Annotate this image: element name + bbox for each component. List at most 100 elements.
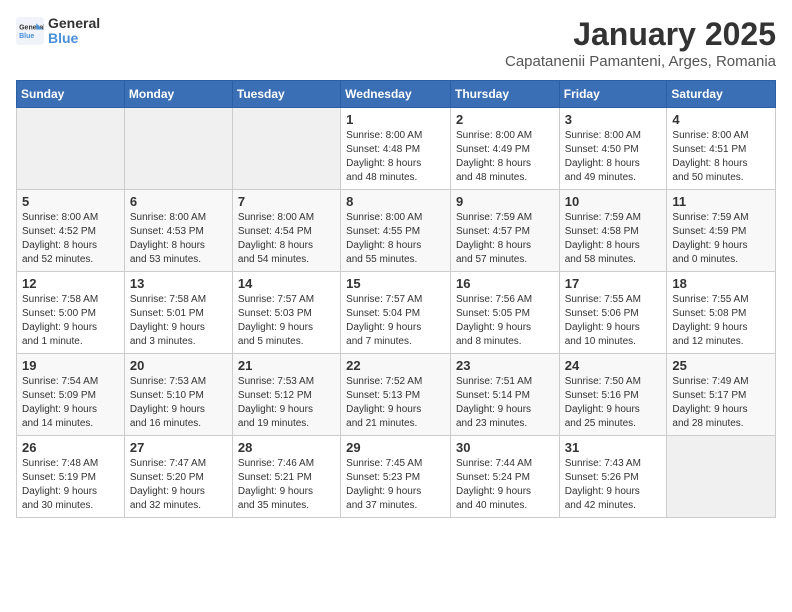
day-info: Sunrise: 7:55 AM Sunset: 5:06 PM Dayligh… <box>565 293 662 349</box>
calendar-cell: 20 Sunrise: 7:53 AM Sunset: 5:10 PM Dayli… <box>124 354 232 436</box>
day-info: Sunrise: 7:53 AM Sunset: 5:10 PM Dayligh… <box>130 375 227 431</box>
calendar-cell: 19 Sunrise: 7:54 AM Sunset: 5:09 PM Dayli… <box>17 354 125 436</box>
day-number: 17 <box>565 276 662 291</box>
day-number: 6 <box>130 194 227 209</box>
calendar-cell <box>124 108 232 190</box>
day-info: Sunrise: 8:00 AM Sunset: 4:49 PM Dayligh… <box>456 129 554 185</box>
day-info: Sunrise: 8:00 AM Sunset: 4:55 PM Dayligh… <box>346 211 445 267</box>
day-info: Sunrise: 7:45 AM Sunset: 5:23 PM Dayligh… <box>346 457 445 513</box>
day-info: Sunrise: 7:59 AM Sunset: 4:58 PM Dayligh… <box>565 211 662 267</box>
day-info: Sunrise: 7:43 AM Sunset: 5:26 PM Dayligh… <box>565 457 662 513</box>
day-info: Sunrise: 7:58 AM Sunset: 5:00 PM Dayligh… <box>22 293 119 349</box>
weekday-header-row: SundayMondayTuesdayWednesdayThursdayFrid… <box>17 81 776 108</box>
calendar-cell: 31 Sunrise: 7:43 AM Sunset: 5:26 PM Dayli… <box>559 436 667 518</box>
calendar-title: January 2025 <box>505 16 776 53</box>
day-info: Sunrise: 8:00 AM Sunset: 4:50 PM Dayligh… <box>565 129 662 185</box>
day-info: Sunrise: 8:00 AM Sunset: 4:51 PM Dayligh… <box>672 129 770 185</box>
logo-line1: General <box>48 16 100 31</box>
svg-text:Blue: Blue <box>19 33 34 40</box>
day-number: 12 <box>22 276 119 291</box>
calendar-cell: 22Sunrise: 7:52 AM Sunset: 5:13 PM Dayli… <box>341 354 451 436</box>
day-info: Sunrise: 8:00 AM Sunset: 4:54 PM Dayligh… <box>238 211 335 267</box>
calendar-cell: 21Sunrise: 7:53 AM Sunset: 5:12 PM Dayli… <box>232 354 340 436</box>
calendar-cell <box>232 108 340 190</box>
weekday-header: Sunday <box>17 81 125 108</box>
day-info: Sunrise: 7:48 AM Sunset: 5:19 PM Dayligh… <box>22 457 119 513</box>
calendar-cell <box>17 108 125 190</box>
calendar-cell: 10 Sunrise: 7:59 AM Sunset: 4:58 PM Dayli… <box>559 190 667 272</box>
day-info: Sunrise: 8:00 AM Sunset: 4:52 PM Dayligh… <box>22 211 119 267</box>
day-number: 25 <box>672 358 770 373</box>
calendar-week-row: 1 Sunrise: 8:00 AM Sunset: 4:48 PM Daylig… <box>17 108 776 190</box>
day-number: 18 <box>672 276 770 291</box>
calendar-subtitle: Capatanenii Pamanteni, Arges, Romania <box>505 53 776 70</box>
calendar-cell: 3 Sunrise: 8:00 AM Sunset: 4:50 PM Daylig… <box>559 108 667 190</box>
day-info: Sunrise: 7:59 AM Sunset: 4:59 PM Dayligh… <box>672 211 770 267</box>
day-info: Sunrise: 7:53 AM Sunset: 5:12 PM Dayligh… <box>238 375 335 431</box>
calendar-cell: 9 Sunrise: 7:59 AM Sunset: 4:57 PM Daylig… <box>450 190 559 272</box>
calendar-week-row: 26 Sunrise: 7:48 AM Sunset: 5:19 PM Dayli… <box>17 436 776 518</box>
day-info: Sunrise: 7:49 AM Sunset: 5:17 PM Dayligh… <box>672 375 770 431</box>
day-number: 23 <box>456 358 554 373</box>
day-number: 10 <box>565 194 662 209</box>
calendar-week-row: 5 Sunrise: 8:00 AM Sunset: 4:52 PM Daylig… <box>17 190 776 272</box>
weekday-header: Wednesday <box>341 81 451 108</box>
day-number: 29 <box>346 440 445 455</box>
day-number: 27 <box>130 440 227 455</box>
day-number: 2 <box>456 112 554 127</box>
day-info: Sunrise: 7:52 AM Sunset: 5:13 PM Dayligh… <box>346 375 445 431</box>
day-number: 30 <box>456 440 554 455</box>
logo: General Blue General Blue <box>16 16 100 47</box>
day-info: Sunrise: 8:00 AM Sunset: 4:48 PM Dayligh… <box>346 129 445 185</box>
day-number: 4 <box>672 112 770 127</box>
calendar-cell: 5 Sunrise: 8:00 AM Sunset: 4:52 PM Daylig… <box>17 190 125 272</box>
day-number: 5 <box>22 194 119 209</box>
calendar-cell: 11 Sunrise: 7:59 AM Sunset: 4:59 PM Dayli… <box>667 190 776 272</box>
calendar-cell: 4 Sunrise: 8:00 AM Sunset: 4:51 PM Daylig… <box>667 108 776 190</box>
day-info: Sunrise: 7:54 AM Sunset: 5:09 PM Dayligh… <box>22 375 119 431</box>
calendar-cell: 24Sunrise: 7:50 AM Sunset: 5:16 PM Dayli… <box>559 354 667 436</box>
calendar-week-row: 12 Sunrise: 7:58 AM Sunset: 5:00 PM Dayli… <box>17 272 776 354</box>
day-info: Sunrise: 7:59 AM Sunset: 4:57 PM Dayligh… <box>456 211 554 267</box>
day-info: Sunrise: 7:56 AM Sunset: 5:05 PM Dayligh… <box>456 293 554 349</box>
weekday-header: Monday <box>124 81 232 108</box>
weekday-header: Tuesday <box>232 81 340 108</box>
calendar-cell: 14Sunrise: 7:57 AM Sunset: 5:03 PM Dayli… <box>232 272 340 354</box>
day-number: 7 <box>238 194 335 209</box>
day-number: 15 <box>346 276 445 291</box>
day-number: 26 <box>22 440 119 455</box>
calendar-cell: 17 Sunrise: 7:55 AM Sunset: 5:06 PM Dayli… <box>559 272 667 354</box>
calendar-cell: 15 Sunrise: 7:57 AM Sunset: 5:04 PM Dayli… <box>341 272 451 354</box>
day-info: Sunrise: 7:51 AM Sunset: 5:14 PM Dayligh… <box>456 375 554 431</box>
day-number: 3 <box>565 112 662 127</box>
day-number: 1 <box>346 112 445 127</box>
day-info: Sunrise: 7:57 AM Sunset: 5:04 PM Dayligh… <box>346 293 445 349</box>
calendar-cell <box>667 436 776 518</box>
day-number: 9 <box>456 194 554 209</box>
title-area: January 2025 Capatanenii Pamanteni, Arge… <box>505 16 776 70</box>
day-number: 8 <box>346 194 445 209</box>
calendar-cell: 25 Sunrise: 7:49 AM Sunset: 5:17 PM Dayli… <box>667 354 776 436</box>
weekday-header: Saturday <box>667 81 776 108</box>
day-info: Sunrise: 7:44 AM Sunset: 5:24 PM Dayligh… <box>456 457 554 513</box>
logo-icon: General Blue <box>16 17 44 45</box>
day-number: 28 <box>238 440 335 455</box>
day-number: 11 <box>672 194 770 209</box>
weekday-header: Friday <box>559 81 667 108</box>
calendar-cell: 13Sunrise: 7:58 AM Sunset: 5:01 PM Dayli… <box>124 272 232 354</box>
day-number: 24 <box>565 358 662 373</box>
header: General Blue General Blue January 2025 C… <box>16 16 776 70</box>
calendar-cell: 27 Sunrise: 7:47 AM Sunset: 5:20 PM Dayli… <box>124 436 232 518</box>
day-number: 19 <box>22 358 119 373</box>
day-number: 20 <box>130 358 227 373</box>
day-info: Sunrise: 7:46 AM Sunset: 5:21 PM Dayligh… <box>238 457 335 513</box>
day-info: Sunrise: 7:58 AM Sunset: 5:01 PM Dayligh… <box>130 293 227 349</box>
calendar-cell: 26 Sunrise: 7:48 AM Sunset: 5:19 PM Dayli… <box>17 436 125 518</box>
day-number: 31 <box>565 440 662 455</box>
calendar-cell: 18Sunrise: 7:55 AM Sunset: 5:08 PM Dayli… <box>667 272 776 354</box>
day-info: Sunrise: 7:47 AM Sunset: 5:20 PM Dayligh… <box>130 457 227 513</box>
calendar-cell: 30 Sunrise: 7:44 AM Sunset: 5:24 PM Dayli… <box>450 436 559 518</box>
calendar-cell: 12 Sunrise: 7:58 AM Sunset: 5:00 PM Dayli… <box>17 272 125 354</box>
day-info: Sunrise: 8:00 AM Sunset: 4:53 PM Dayligh… <box>130 211 227 267</box>
calendar-cell: 16Sunrise: 7:56 AM Sunset: 5:05 PM Dayli… <box>450 272 559 354</box>
